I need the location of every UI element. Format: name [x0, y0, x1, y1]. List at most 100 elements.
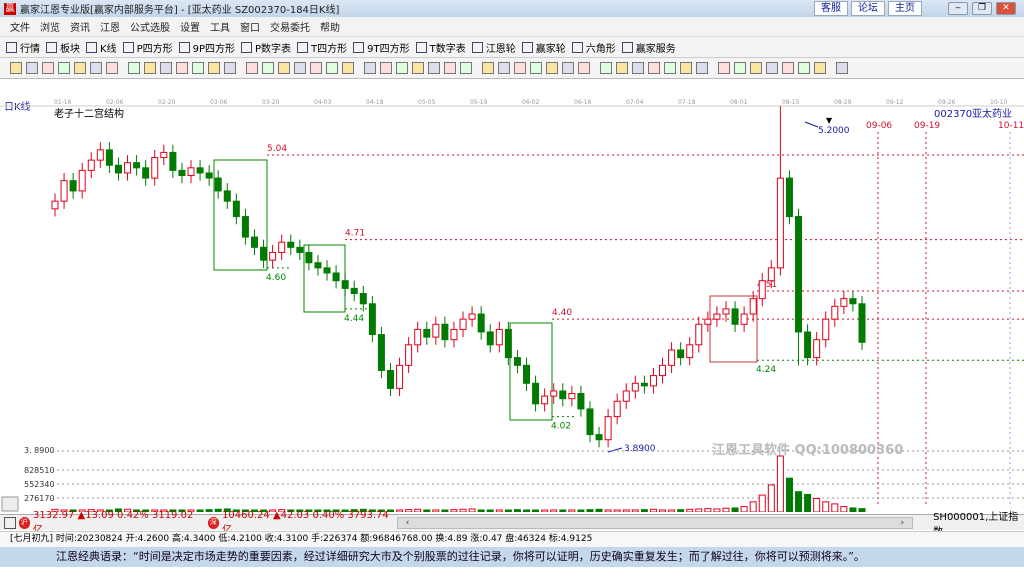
link-service[interactable]: 客服: [814, 1, 848, 16]
wheel-icon: [471, 41, 483, 53]
menu-item[interactable]: 交易委托: [270, 19, 310, 34]
candle-body: [423, 328, 431, 338]
drawing-tool-icon[interactable]: [90, 62, 102, 74]
kline-chart[interactable]: 日K线 老子十二宫结构 002370 亚太药业 01-16 02-06 02-20 03-06…: [0, 80, 1024, 513]
drawing-tool-icon[interactable]: [482, 62, 494, 74]
drawing-tool-icon[interactable]: [498, 62, 510, 74]
toolbar-button[interactable]: 六角形: [571, 40, 616, 55]
drawing-tool-icon[interactable]: [562, 62, 574, 74]
drawing-tool-icon[interactable]: [412, 62, 424, 74]
toolbar-button[interactable]: T数字表: [415, 40, 466, 55]
drawing-tool-icon[interactable]: [664, 62, 676, 74]
restore-button[interactable]: ❐: [972, 2, 992, 15]
drawing-tool-icon[interactable]: [74, 62, 86, 74]
drawing-tool-icon[interactable]: [546, 62, 558, 74]
date-tick: 08-01: [730, 99, 748, 106]
menu-item[interactable]: 窗口: [240, 19, 260, 34]
menu-item[interactable]: 帮助: [320, 19, 340, 34]
candle-body: [495, 328, 503, 346]
toolbar-button[interactable]: T四方形: [297, 40, 347, 55]
volume-bar: [423, 509, 431, 513]
drawing-tool-icon[interactable]: [718, 62, 730, 74]
drawing-tool-icon[interactable]: [26, 62, 38, 74]
drawing-tool-icon[interactable]: [192, 62, 204, 74]
toolbar-button[interactable]: P四方形: [122, 40, 173, 55]
candle-body: [767, 267, 775, 282]
candle-body: [341, 280, 349, 289]
drawing-tool-icon[interactable]: [428, 62, 440, 74]
drawing-tool-icon[interactable]: [294, 62, 306, 74]
drawing-tool-icon[interactable]: [364, 62, 376, 74]
drawing-tool-icon[interactable]: [734, 62, 746, 74]
menu-item[interactable]: 浏览: [40, 19, 60, 34]
drawing-tool-icon[interactable]: [460, 62, 472, 74]
drawing-tool-icon[interactable]: [680, 62, 692, 74]
drawing-tool-icon[interactable]: [766, 62, 778, 74]
drawing-tool-icon[interactable]: [632, 62, 644, 74]
drawing-tool-icon[interactable]: [814, 62, 826, 74]
drawing-tool-icon[interactable]: [10, 62, 22, 74]
drawing-tool-icon[interactable]: [208, 62, 220, 74]
menu-item[interactable]: 工具: [210, 19, 230, 34]
candle-body: [441, 323, 449, 341]
drawing-tool-icon[interactable]: [798, 62, 810, 74]
close-button[interactable]: ✕: [996, 2, 1016, 15]
menu-item[interactable]: 设置: [180, 19, 200, 34]
minimize-button[interactable]: ‒: [948, 2, 968, 15]
dollar-icon: [621, 41, 633, 53]
toolbar-button[interactable]: 江恩轮: [471, 40, 516, 55]
drawing-tool-icon[interactable]: [782, 62, 794, 74]
drawing-tool-icon[interactable]: [444, 62, 456, 74]
drawing-tool-icon[interactable]: [262, 62, 274, 74]
drawing-tool-icon[interactable]: [278, 62, 290, 74]
drawing-tool-icon[interactable]: [160, 62, 172, 74]
drawing-tool-icon[interactable]: [648, 62, 660, 74]
toolbar-button[interactable]: 9P四方形: [178, 40, 235, 55]
drawing-tool-icon[interactable]: [128, 62, 140, 74]
link-forum[interactable]: 论坛: [851, 1, 885, 16]
drawing-tool-icon[interactable]: [342, 62, 354, 74]
toolbar-button[interactable]: 板块: [46, 40, 80, 55]
drawing-tool-icon[interactable]: [578, 62, 590, 74]
drawing-tool-icon[interactable]: [836, 62, 848, 74]
drawing-tool-icon[interactable]: [42, 62, 54, 74]
volume-bar: [577, 509, 585, 513]
drawing-tool-icon[interactable]: [310, 62, 322, 74]
drawing-tool-icon[interactable]: [514, 62, 526, 74]
candle-body: [96, 149, 104, 161]
drawing-tool-icon[interactable]: [600, 62, 612, 74]
toolbar-button[interactable]: 行情: [6, 40, 40, 55]
drawing-tool-icon[interactable]: [696, 62, 708, 74]
drawing-tool-icon[interactable]: [326, 62, 338, 74]
toolbar-button[interactable]: 赢家轮: [521, 40, 566, 55]
drawing-tool-icon[interactable]: [750, 62, 762, 74]
drawing-tool-icon[interactable]: [530, 62, 542, 74]
drawing-tool-icon[interactable]: [58, 62, 70, 74]
menu-item[interactable]: 公式选股: [130, 19, 170, 34]
drawing-tool-icon[interactable]: [246, 62, 258, 74]
toolbar-button[interactable]: K线: [86, 40, 117, 55]
toolbar-button[interactable]: 9T四方形: [353, 40, 410, 55]
toolbar-label: K线: [100, 43, 117, 55]
volume-bar: [414, 508, 422, 513]
candle-body: [187, 167, 195, 177]
menu-item[interactable]: 资讯: [70, 19, 90, 34]
menu-item[interactable]: 江恩: [100, 19, 120, 34]
toolbar-button[interactable]: P数字表: [241, 40, 291, 55]
drawing-tool-icon[interactable]: [224, 62, 236, 74]
link-home[interactable]: 主页: [888, 1, 922, 16]
candle-body: [813, 339, 821, 359]
horizontal-scrollbar[interactable]: ‹ ›: [396, 516, 914, 529]
calc-icon[interactable]: [4, 516, 16, 529]
drawing-tool-icon[interactable]: [106, 62, 118, 74]
volume-bar: [405, 509, 413, 513]
volume-bar: [495, 509, 503, 513]
drawing-tool-icon[interactable]: [616, 62, 628, 74]
menu-item[interactable]: 文件: [10, 19, 30, 34]
drawing-tool-icon[interactable]: [176, 62, 188, 74]
toolbar-button[interactable]: 赢家服务: [621, 40, 676, 55]
candle-body: [704, 318, 712, 325]
drawing-tool-icon[interactable]: [396, 62, 408, 74]
drawing-tool-icon[interactable]: [380, 62, 392, 74]
drawing-tool-icon[interactable]: [144, 62, 156, 74]
